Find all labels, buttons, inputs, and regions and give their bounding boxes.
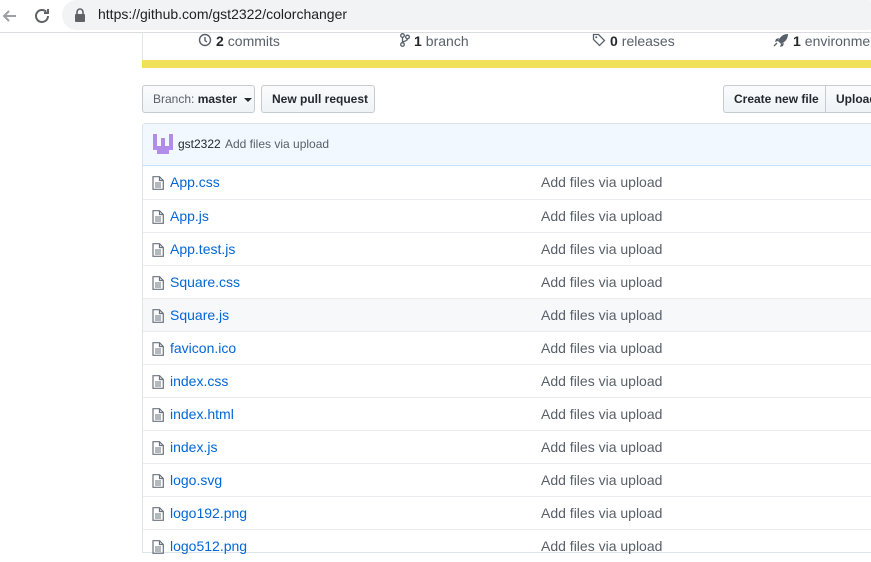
file-name-link[interactable]: App.js xyxy=(170,208,209,224)
browser-toolbar: https://github.com/gst2322/colorchanger xyxy=(0,0,871,33)
file-row[interactable]: logo192.png Add files via upload xyxy=(143,496,871,529)
file-icon xyxy=(152,507,164,526)
environments-label: environment xyxy=(804,33,871,49)
commits-label: commits xyxy=(227,33,280,49)
file-icon xyxy=(152,210,164,229)
file-icon xyxy=(152,276,164,295)
environments-link[interactable]: 1 environment xyxy=(773,32,871,50)
commits-link[interactable]: 2 commits xyxy=(198,32,280,50)
file-name-link[interactable]: index.js xyxy=(170,439,217,455)
file-name-link[interactable]: App.css xyxy=(170,174,220,190)
branch-value: master xyxy=(197,92,238,106)
file-icon xyxy=(152,176,164,195)
history-icon xyxy=(198,33,212,50)
rocket-icon xyxy=(773,33,789,50)
numbers-summary: 2 commits 1 branch 0 releases 1 environm… xyxy=(142,32,871,62)
file-commit-message[interactable]: Add files via upload xyxy=(541,406,662,422)
branch-icon xyxy=(400,32,410,50)
url-text: https://github.com/gst2322/colorchanger xyxy=(98,6,348,22)
file-list: App.css Add files via upload App.js Add fil… xyxy=(143,166,871,562)
file-icon xyxy=(152,342,164,361)
file-name-link[interactable]: logo192.png xyxy=(170,505,247,521)
file-name-link[interactable]: index.css xyxy=(170,373,228,389)
file-table: gst2322 Add files via upload App.css Add … xyxy=(142,123,871,554)
file-name-link[interactable]: logo512.png xyxy=(170,538,247,554)
file-icon xyxy=(152,375,164,394)
create-new-file-button[interactable]: Create new file xyxy=(723,85,826,113)
file-icon xyxy=(152,243,164,262)
file-icon xyxy=(152,540,164,559)
address-bar[interactable]: https://github.com/gst2322/colorchanger xyxy=(62,0,871,30)
file-commit-message[interactable]: Add files via upload xyxy=(541,307,662,323)
new-pull-request-button[interactable]: New pull request xyxy=(261,85,375,113)
file-row[interactable]: index.css Add files via upload xyxy=(143,364,871,397)
caret-down-icon xyxy=(244,97,253,102)
file-icon xyxy=(152,441,164,460)
file-commit-message[interactable]: Add files via upload xyxy=(541,241,662,257)
branch-select-button[interactable]: Branch: master xyxy=(142,85,255,113)
file-row[interactable]: index.html Add files via upload xyxy=(143,397,871,430)
commit-author[interactable]: gst2322 xyxy=(178,137,221,151)
file-name-link[interactable]: Square.css xyxy=(170,274,240,290)
file-name-link[interactable]: Square.js xyxy=(170,307,229,323)
file-commit-message[interactable]: Add files via upload xyxy=(541,538,662,554)
file-name-link[interactable]: favicon.ico xyxy=(170,340,236,356)
latest-commit-bar: gst2322 Add files via upload xyxy=(143,124,871,166)
branch-label: Branch: xyxy=(153,92,195,106)
releases-count: 0 xyxy=(610,33,618,49)
file-row[interactable]: App.test.js Add files via upload xyxy=(143,232,871,265)
file-commit-message[interactable]: Add files via upload xyxy=(541,340,662,356)
file-row[interactable]: logo.svg Add files via upload xyxy=(143,463,871,496)
branches-link[interactable]: 1 branch xyxy=(400,32,469,50)
releases-link[interactable]: 0 releases xyxy=(592,32,675,50)
file-commit-message[interactable]: Add files via upload xyxy=(541,373,662,389)
releases-label: releases xyxy=(621,33,675,49)
file-row[interactable]: Square.js Add files via upload xyxy=(143,298,871,331)
file-commit-message[interactable]: Add files via upload xyxy=(541,505,662,521)
file-icon xyxy=(152,309,164,328)
environments-count: 1 xyxy=(793,33,801,49)
upload-files-button[interactable]: Upload files xyxy=(825,85,871,113)
file-commit-message[interactable]: Add files via upload xyxy=(541,472,662,488)
file-commit-message[interactable]: Add files via upload xyxy=(541,439,662,455)
file-name-link[interactable]: App.test.js xyxy=(170,241,235,257)
file-row[interactable]: App.js Add files via upload xyxy=(143,199,871,232)
file-commit-message[interactable]: Add files via upload xyxy=(541,174,662,190)
file-icon xyxy=(152,408,164,427)
commit-message[interactable]: Add files via upload xyxy=(225,137,329,151)
lock-icon xyxy=(74,8,86,27)
file-row[interactable]: favicon.ico Add files via upload xyxy=(143,331,871,364)
file-row[interactable]: Square.css Add files via upload xyxy=(143,265,871,298)
reload-icon[interactable] xyxy=(30,4,54,28)
branches-label: branch xyxy=(425,33,469,49)
tag-icon xyxy=(592,33,606,50)
file-row[interactable]: index.js Add files via upload xyxy=(143,430,871,463)
back-arrow-icon[interactable] xyxy=(0,4,24,28)
language-bar xyxy=(142,60,871,68)
file-row[interactable]: App.css Add files via upload xyxy=(143,166,871,199)
file-commit-message[interactable]: Add files via upload xyxy=(541,274,662,290)
file-name-link[interactable]: index.html xyxy=(170,406,234,422)
file-icon xyxy=(152,474,164,493)
avatar[interactable] xyxy=(153,134,173,154)
file-commit-message[interactable]: Add files via upload xyxy=(541,208,662,224)
file-name-link[interactable]: logo.svg xyxy=(170,472,222,488)
branches-count: 1 xyxy=(414,33,422,49)
commits-count: 2 xyxy=(216,33,224,49)
